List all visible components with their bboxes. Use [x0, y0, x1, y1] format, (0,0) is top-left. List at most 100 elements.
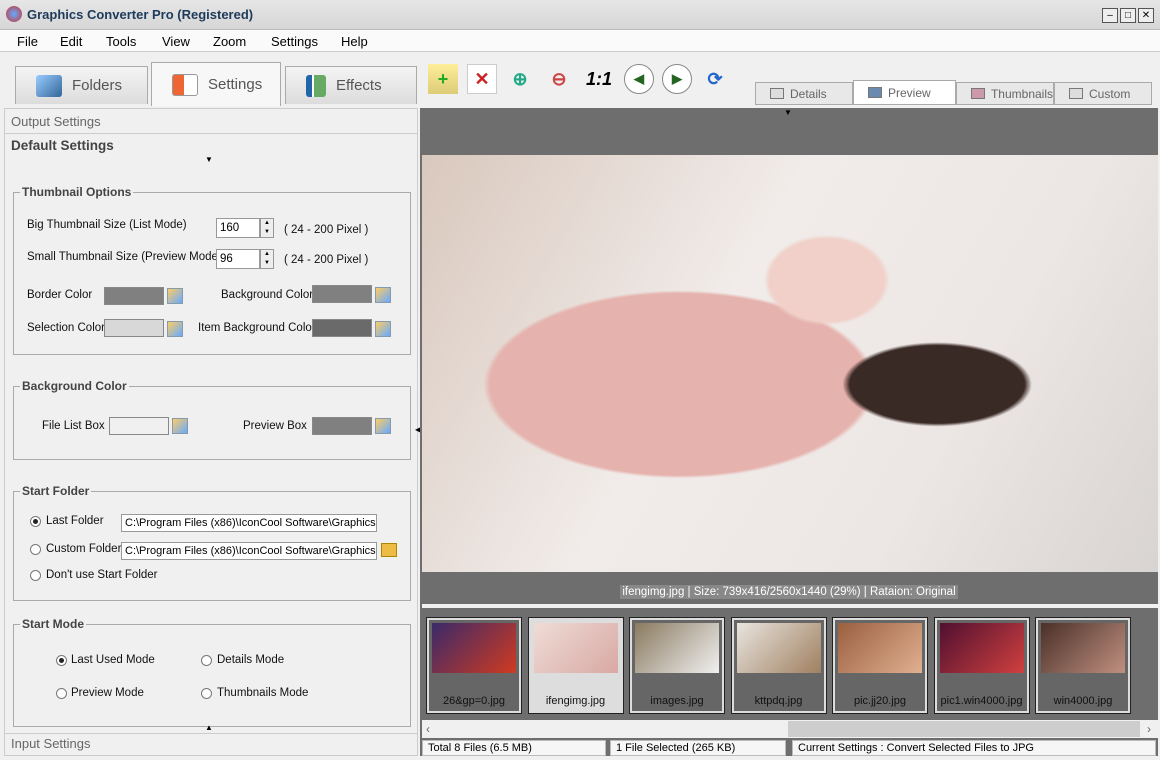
thumbnails-mode-radio[interactable]: [201, 688, 212, 699]
close-button[interactable]: ✕: [1138, 8, 1154, 23]
view-tab-thumbnails[interactable]: Thumbnails: [956, 82, 1054, 105]
settings-panel: Output Settings Default Settings ▼ Thumb…: [4, 108, 418, 756]
group-title: Thumbnail Options: [20, 185, 134, 199]
color-picker-icon[interactable]: [375, 418, 391, 434]
scroll-right-icon[interactable]: ›: [1147, 722, 1151, 736]
add-file-icon: +: [437, 68, 449, 89]
arrow-right-icon: ▶: [672, 71, 682, 86]
view-tab-custom[interactable]: Custom: [1054, 82, 1152, 105]
border-color-label: Border Color: [27, 289, 93, 301]
dont-use-start-folder-radio[interactable]: [30, 570, 41, 581]
thumbnail-name: ifengimg.jpg: [545, 695, 606, 707]
thumbnail-name: pic.jj20.jpg: [854, 695, 906, 707]
arrow-left-icon: ◀: [634, 71, 644, 86]
checklist-icon: [172, 73, 198, 96]
small-thumbnail-spinner[interactable]: ▲ ▼: [260, 249, 274, 269]
group-title: Start Folder: [20, 484, 92, 498]
custom-folder-label: Custom Folder: [46, 543, 122, 555]
thumbnail-image: [939, 623, 1024, 673]
menu-file[interactable]: File: [17, 34, 38, 49]
input-settings-header[interactable]: Input Settings: [11, 736, 91, 751]
zoom-out-icon: ⊖: [551, 68, 567, 89]
sliders-icon: [306, 74, 326, 97]
scrollbar-thumb[interactable]: [788, 721, 1140, 737]
menu-view[interactable]: View: [162, 34, 190, 49]
preview-mode-radio[interactable]: [56, 688, 67, 699]
custom-folder-path-input[interactable]: C:\Program Files (x86)\IconCool Software…: [121, 542, 377, 560]
thumbnail-name: pic1.win4000.jpg: [940, 695, 1023, 707]
details-mode-label: Details Mode: [217, 654, 285, 666]
thumbnail-name: kttpdq.jpg: [754, 695, 803, 707]
zoom-out-button[interactable]: ⊖: [544, 64, 574, 94]
big-thumbnail-spinner[interactable]: ▲ ▼: [260, 218, 274, 238]
start-folder-group: Start Folder Last Folder C:\Program File…: [13, 484, 411, 601]
maximize-button[interactable]: □: [1120, 8, 1136, 23]
splitter[interactable]: [422, 604, 1158, 608]
default-settings-header: Default Settings: [11, 138, 114, 153]
remove-file-button[interactable]: ✕: [467, 64, 497, 94]
color-picker-icon[interactable]: [167, 288, 183, 304]
expand-arrow-icon[interactable]: ▲: [205, 723, 213, 732]
small-thumbnail-size-input[interactable]: 96: [216, 249, 260, 269]
add-file-button[interactable]: +: [428, 64, 458, 94]
thumbnail-item[interactable]: win4000.jpg: [1035, 617, 1131, 714]
status-total-files: Total 8 Files (6.5 MB): [422, 740, 606, 756]
thumbnail-item[interactable]: ifengimg.jpg: [527, 617, 624, 714]
menu-edit[interactable]: Edit: [60, 34, 82, 49]
rotate-button[interactable]: ⟳: [700, 64, 730, 94]
big-range-label: ( 24 - 200 Pixel ): [284, 224, 369, 236]
previous-button[interactable]: ◀: [624, 64, 654, 94]
last-folder-path-input[interactable]: C:\Program Files (x86)\IconCool Software…: [121, 514, 377, 532]
color-picker-icon[interactable]: [172, 418, 188, 434]
background-color-label: Background Color: [221, 289, 314, 301]
collapse-arrow-icon[interactable]: ▼: [205, 155, 213, 164]
thumbnail-item[interactable]: kttpdq.jpg: [730, 617, 827, 714]
thumbnail-name: images.jpg: [650, 695, 704, 707]
browse-folder-icon[interactable]: [381, 543, 397, 557]
scroll-left-icon[interactable]: ‹: [426, 722, 430, 736]
color-picker-icon[interactable]: [167, 321, 183, 337]
details-mode-radio[interactable]: [201, 655, 212, 666]
view-tab-label: Custom: [1089, 86, 1131, 101]
thumbnail-item[interactable]: pic.jj20.jpg: [832, 617, 928, 714]
view-tab-details[interactable]: Details: [755, 82, 853, 105]
thumbnail-name: win4000.jpg: [1053, 695, 1113, 707]
thumbnail-item[interactable]: pic1.win4000.jpg: [933, 617, 1030, 714]
zoom-in-button[interactable]: ⊕: [505, 64, 535, 94]
thumbnail-item[interactable]: images.jpg: [629, 617, 725, 714]
menu-zoom[interactable]: Zoom: [213, 34, 246, 49]
folder-icon: [36, 74, 62, 97]
menu-bar: File Edit Tools View Zoom Settings Help: [0, 30, 1160, 52]
thumbnail-image: [838, 623, 922, 673]
output-settings-header[interactable]: Output Settings: [11, 114, 101, 129]
status-current-settings: Current Settings : Convert Selected File…: [792, 740, 1156, 756]
last-folder-radio[interactable]: [30, 516, 41, 527]
collapse-arrow-icon[interactable]: ▼: [784, 108, 792, 117]
custom-folder-radio[interactable]: [30, 544, 41, 555]
tab-settings[interactable]: Settings: [151, 62, 281, 106]
thumbnails-icon: [971, 88, 985, 99]
small-range-label: ( 24 - 200 Pixel ): [284, 254, 369, 266]
tab-folders[interactable]: Folders: [15, 66, 148, 104]
menu-settings[interactable]: Settings: [271, 34, 318, 49]
horizontal-scrollbar[interactable]: ‹ ›: [422, 720, 1158, 738]
view-tab-preview[interactable]: Preview: [853, 80, 956, 105]
menu-tools[interactable]: Tools: [106, 34, 136, 49]
menu-help[interactable]: Help: [341, 34, 368, 49]
color-picker-icon[interactable]: [375, 321, 391, 337]
tab-folders-label: Folders: [72, 77, 123, 94]
tab-effects[interactable]: Effects: [285, 66, 417, 104]
next-button[interactable]: ▶: [662, 64, 692, 94]
selection-color-swatch: [104, 319, 164, 337]
actual-size-button[interactable]: 1:1: [584, 64, 614, 94]
dont-use-start-folder-label: Don't use Start Folder: [46, 569, 158, 581]
item-background-color-label: Item Background Color: [198, 322, 316, 334]
color-picker-icon[interactable]: [375, 287, 391, 303]
minimize-button[interactable]: –: [1102, 8, 1118, 23]
thumbnail-item[interactable]: 26&gp=0.jpg: [426, 617, 522, 714]
item-background-color-swatch: [312, 319, 372, 337]
thumbnail-image: [432, 623, 516, 673]
status-bar: Total 8 Files (6.5 MB) 1 File Selected (…: [420, 740, 1158, 756]
big-thumbnail-size-input[interactable]: 160: [216, 218, 260, 238]
last-used-mode-radio[interactable]: [56, 655, 67, 666]
